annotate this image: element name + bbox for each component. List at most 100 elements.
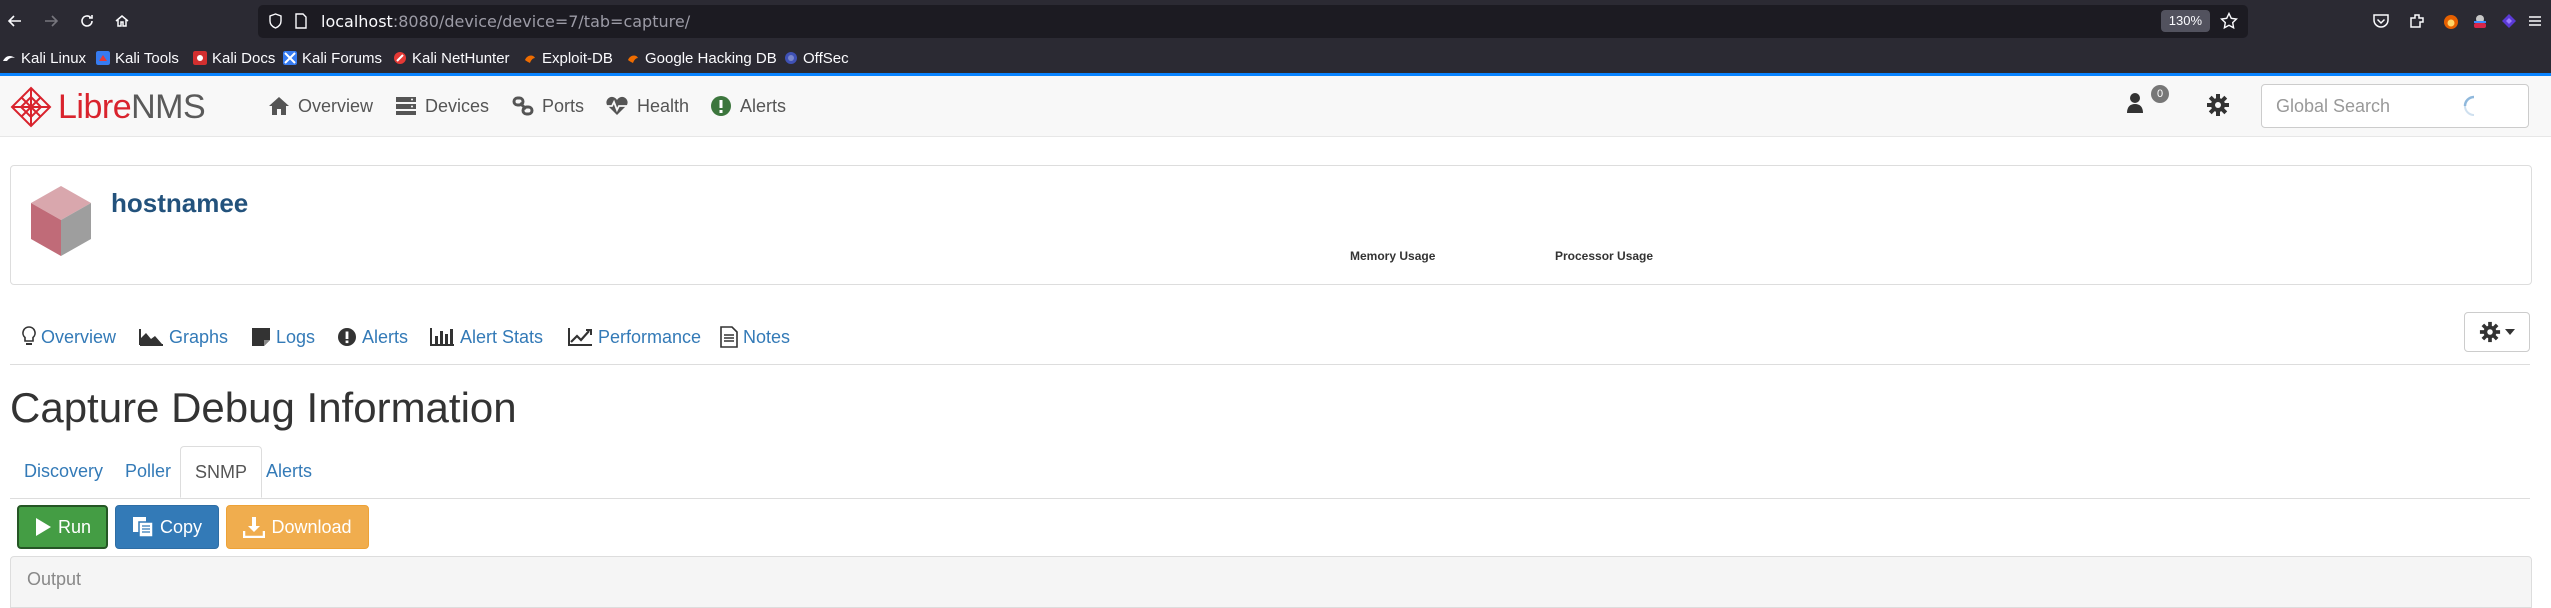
bookmark-kali-nethunter[interactable]: Kali NetHunter — [393, 48, 510, 68]
tab-poller[interactable]: Poller — [111, 446, 185, 497]
user-menu-button[interactable] — [2126, 92, 2144, 114]
play-icon — [35, 518, 51, 536]
tab-label: Alert Stats — [460, 326, 544, 347]
bookmark-label: Kali NetHunter — [412, 49, 510, 67]
nav-health[interactable]: Health — [605, 93, 689, 119]
extensions-icon[interactable] — [2404, 8, 2430, 34]
nav-alerts[interactable]: Alerts — [710, 93, 786, 119]
tab-overview[interactable]: Overview — [22, 324, 116, 350]
run-label: Run — [57, 516, 92, 537]
url-path: :8080/device/device=7/tab=capture/ — [392, 12, 691, 31]
processor-usage-label: Processor Usage — [1555, 249, 1654, 263]
tab-performance[interactable]: Performance — [567, 324, 701, 350]
pocket-icon[interactable] — [2368, 8, 2394, 34]
run-button[interactable]: Run — [17, 505, 108, 549]
librenms-logo[interactable]: LibreNMS — [10, 86, 206, 128]
tab-discovery[interactable]: Discovery — [10, 446, 117, 497]
tab-notes[interactable]: Notes — [720, 324, 790, 350]
zoom-level-badge[interactable]: 130% — [2160, 10, 2210, 32]
download-label: Download — [271, 516, 352, 537]
alert-circle-icon — [711, 96, 731, 116]
tab-alert-stats[interactable]: Alert Stats — [429, 324, 543, 350]
fox-extension-icon[interactable] — [2438, 8, 2464, 34]
browser-toolbar: localhost:8080/device/device=7/tab=captu… — [0, 0, 2551, 43]
home-button[interactable] — [107, 6, 137, 36]
bookmark-label: Kali Tools — [115, 49, 179, 67]
vpn-extension-icon[interactable] — [2496, 8, 2522, 34]
bookmark-exploit-db[interactable]: Exploit-DB — [523, 48, 613, 68]
sticky-note-icon — [252, 328, 270, 346]
device-tabs: Overview Graphs Logs Alerts Alert Stats … — [10, 312, 2530, 365]
url-text[interactable]: localhost:8080/device/device=7/tab=captu… — [321, 12, 690, 31]
capture-tabs: Discovery Poller SNMP Alerts — [10, 446, 2530, 499]
tab-alerts[interactable]: Alerts — [252, 446, 326, 497]
profile-extension-icon[interactable] — [2467, 8, 2493, 34]
exploit-db-icon — [525, 55, 535, 63]
reload-icon — [81, 15, 93, 27]
loading-spinner-icon — [2463, 95, 2475, 116]
settings-button[interactable] — [2206, 93, 2230, 117]
tab-snmp[interactable]: SNMP — [180, 446, 263, 498]
kali-tools-icon — [96, 51, 110, 65]
memory-usage-label: Memory Usage — [1350, 249, 1436, 263]
reload-button[interactable] — [72, 6, 102, 36]
nav-label: Ports — [542, 95, 585, 116]
bookmarks-bar: Kali Linux Kali Tools Kali Docs Kali For… — [0, 43, 2551, 76]
url-bar[interactable]: localhost:8080/device/device=7/tab=captu… — [258, 5, 2248, 38]
bar-chart-icon — [430, 328, 454, 346]
bookmark-label: Kali Docs — [212, 49, 276, 67]
url-host: localhost — [321, 12, 393, 31]
bookmark-star-icon[interactable] — [2220, 12, 2238, 30]
download-button[interactable]: Download — [226, 505, 369, 549]
back-button[interactable] — [0, 6, 30, 36]
forward-button[interactable] — [36, 6, 66, 36]
gear-icon — [2207, 94, 2229, 116]
back-arrow-icon — [7, 15, 21, 27]
tab-label: Performance — [598, 326, 702, 347]
google-hacking-db-icon — [628, 55, 638, 63]
page-icon[interactable] — [294, 13, 308, 29]
line-chart-icon — [568, 328, 592, 346]
bookmark-kali-forums[interactable]: Kali Forums — [283, 48, 382, 68]
copy-button[interactable]: Copy — [115, 505, 219, 549]
logo-nms: NMS — [131, 87, 206, 126]
device-hostname[interactable]: hostnamee — [111, 188, 248, 219]
kali-forums-icon — [283, 51, 297, 65]
tab-graphs[interactable]: Graphs — [138, 324, 228, 350]
area-chart-icon — [139, 329, 163, 346]
global-search-input[interactable] — [2261, 84, 2529, 128]
shield-icon[interactable] — [268, 13, 283, 29]
bookmark-kali-tools[interactable]: Kali Tools — [96, 48, 179, 68]
app-menu-icon[interactable] — [2522, 8, 2548, 34]
tab-logs[interactable]: Logs — [251, 324, 315, 350]
nav-label: Overview — [298, 95, 374, 116]
nav-devices[interactable]: Devices — [395, 93, 489, 119]
bookmark-offsec[interactable]: OffSec — [784, 48, 849, 68]
page-title: Capture Debug Information — [10, 384, 517, 431]
document-icon — [720, 326, 738, 348]
notification-count-badge[interactable]: 0 — [2151, 85, 2169, 103]
home-icon — [115, 15, 129, 27]
link-icon — [512, 96, 534, 116]
download-icon — [243, 517, 266, 538]
main-navbar: LibreNMS Overview Devices Ports Health A… — [0, 76, 2551, 137]
offsec-icon — [785, 52, 797, 64]
bookmark-google-hacking-db[interactable]: Google Hacking DB — [626, 48, 777, 68]
logo-libre: Libre — [58, 87, 132, 126]
bookmark-kali-docs[interactable]: Kali Docs — [193, 48, 275, 68]
device-cube-icon — [31, 186, 91, 256]
librenms-logo-icon — [10, 86, 52, 128]
gear-icon — [2479, 321, 2501, 343]
lightbulb-icon — [22, 326, 36, 345]
server-icon — [396, 97, 416, 115]
tab-alerts[interactable]: Alerts — [337, 324, 408, 350]
nav-overview[interactable]: Overview — [268, 93, 373, 119]
nav-ports[interactable]: Ports — [512, 93, 584, 119]
bookmark-label: Google Hacking DB — [645, 49, 777, 67]
bookmark-label: Exploit-DB — [542, 49, 613, 67]
user-icon — [2127, 93, 2143, 113]
device-settings-dropdown[interactable] — [2464, 312, 2530, 352]
kali-nethunter-icon — [394, 52, 406, 64]
nav-label: Devices — [425, 95, 490, 116]
bookmark-kali-linux[interactable]: Kali Linux — [2, 48, 86, 68]
